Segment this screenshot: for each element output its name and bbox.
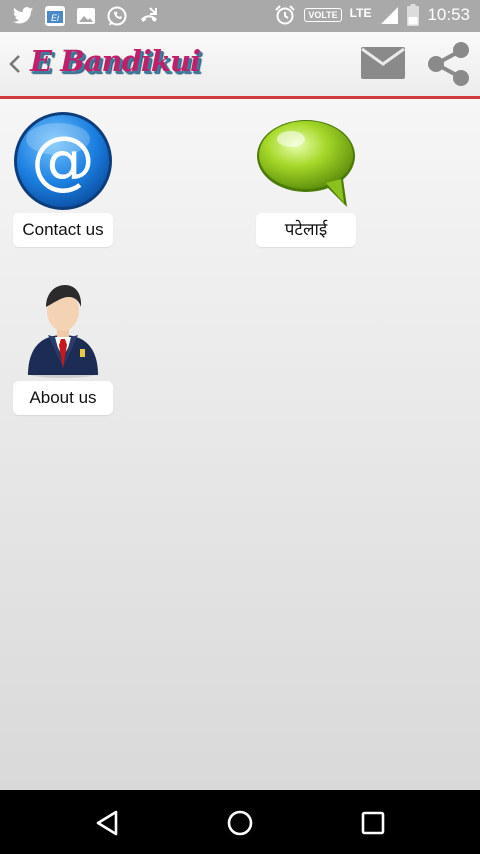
businessman-icon — [27, 285, 99, 378]
home-circle-icon[interactable] — [223, 806, 257, 840]
missed-call-icon — [141, 7, 157, 22]
share-icon[interactable] — [424, 40, 472, 88]
clock: 10:53 — [427, 5, 470, 24]
chat-bubble-icon — [257, 120, 355, 207]
menu-grid: @ Contact us पटेलाई About us — [0, 99, 480, 790]
mail-icon[interactable] — [360, 46, 406, 82]
signal-icon — [381, 7, 399, 24]
back-chevron-icon[interactable] — [6, 50, 24, 78]
contact-us-label: Contact us — [13, 213, 113, 247]
whatsapp-icon — [107, 6, 127, 26]
about-us-tile[interactable]: About us — [8, 279, 118, 415]
app-bar: E Bandikui — [0, 32, 480, 99]
app-notification-icon: Ei — [45, 6, 65, 26]
about-us-label: About us — [13, 381, 113, 415]
network-type: LTE — [349, 6, 372, 20]
alarm-icon — [275, 5, 296, 25]
patelai-tile[interactable]: पटेलाई — [251, 111, 361, 247]
contact-us-tile[interactable]: @ Contact us — [8, 111, 118, 247]
back-triangle-icon[interactable] — [90, 806, 124, 840]
patelai-label: पटेलाई — [256, 213, 356, 247]
volte-badge: VOLTE — [304, 8, 342, 22]
app-logo: E Bandikui — [30, 44, 201, 78]
navigation-bar — [0, 790, 480, 854]
recents-square-icon[interactable] — [356, 806, 390, 840]
svg-text:@: @ — [31, 124, 95, 198]
system-icons: VOLTE LTE 10:53 — [274, 4, 470, 26]
image-icon — [77, 8, 95, 24]
battery-icon — [407, 4, 420, 26]
twitter-icon — [12, 7, 34, 24]
at-sign-icon: @ — [14, 112, 112, 210]
status-bar: Ei VOLTE LTE 10:53 — [0, 0, 480, 32]
notification-icons: Ei — [12, 5, 160, 27]
svg-text:Ei: Ei — [51, 13, 60, 23]
